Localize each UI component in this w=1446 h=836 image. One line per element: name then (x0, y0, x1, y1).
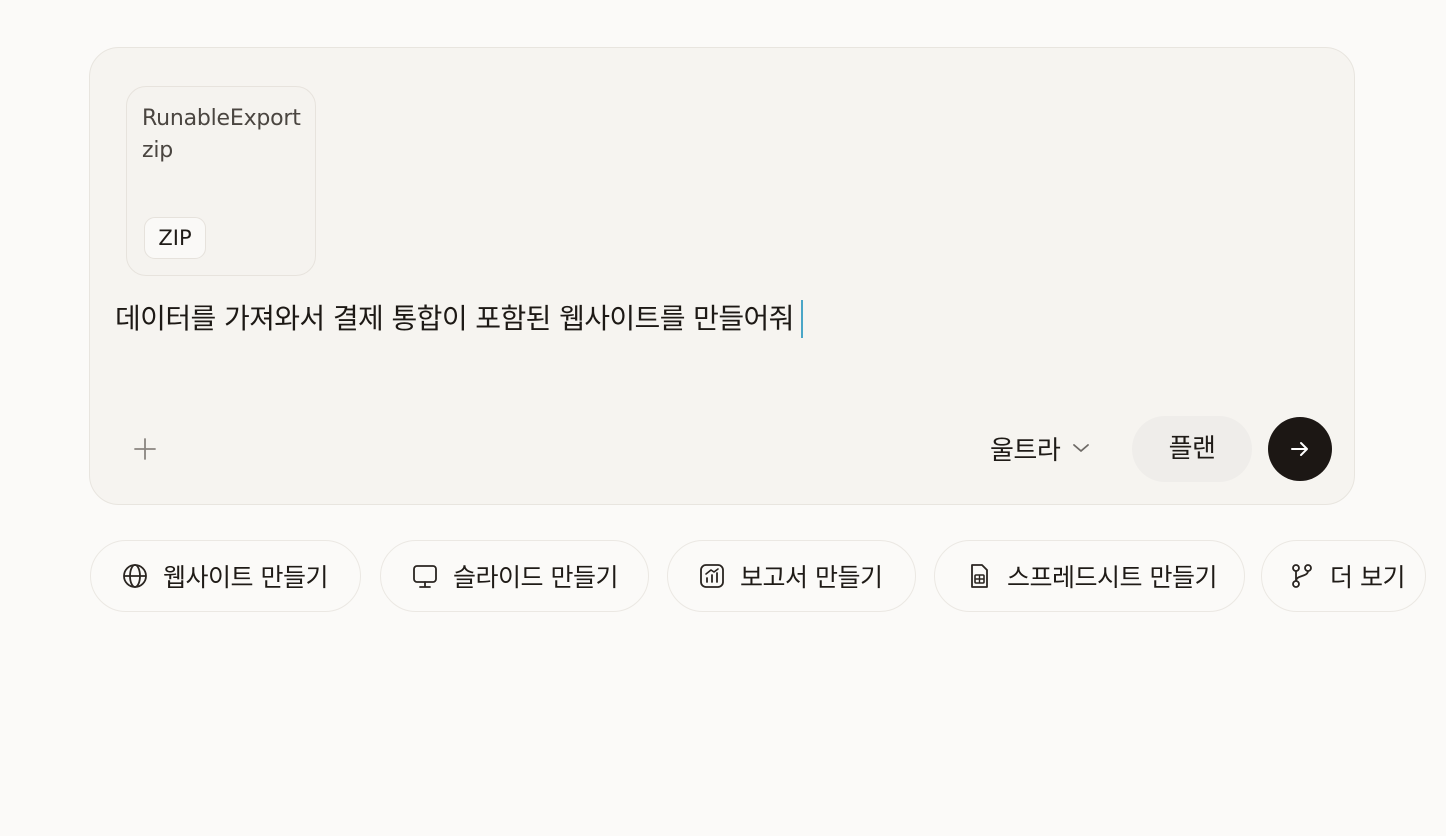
suggestion-more[interactable]: 더 보기 (1261, 540, 1426, 612)
suggestion-create-slides[interactable]: 슬라이드 만들기 (380, 540, 649, 612)
model-mode-dropdown[interactable]: 울트라 (990, 424, 1090, 472)
suggestion-label: 보고서 만들기 (740, 563, 883, 592)
spreadsheet-icon (965, 562, 993, 590)
presentation-icon (411, 562, 439, 590)
text-cursor (800, 300, 804, 338)
add-attachment-button[interactable] (126, 430, 164, 468)
globe-icon (121, 562, 149, 590)
prompt-text: 데이터를 가져와서 결제 통합이 포함된 웹사이트를 만들어줘 (115, 302, 794, 335)
attachment-type-badge: ZIP (144, 217, 206, 259)
arrow-right-icon (1291, 442, 1308, 456)
suggestion-label: 슬라이드 만들기 (453, 563, 618, 592)
suggestion-label: 웹사이트 만들기 (163, 563, 328, 592)
prompt-input[interactable]: 데이터를 가져와서 결제 통합이 포함된 웹사이트를 만들어줘 (115, 296, 804, 342)
plus-icon (134, 438, 156, 460)
chart-icon (698, 562, 726, 590)
suggestion-label: 더 보기 (1330, 563, 1405, 592)
mode-label: 울트라 (990, 435, 1061, 466)
chat-composer: RunableExport zip ZIP 데이터를 가져와서 결제 통합이 포… (89, 47, 1355, 505)
file-attachment-card[interactable]: RunableExport zip ZIP (126, 86, 316, 276)
suggestion-create-spreadsheet[interactable]: 스프레드시트 만들기 (934, 540, 1245, 612)
suggestion-create-report[interactable]: 보고서 만들기 (667, 540, 916, 612)
plan-button[interactable]: 플랜 (1132, 416, 1252, 482)
branch-icon (1288, 562, 1316, 590)
suggestion-label: 스프레드시트 만들기 (1007, 563, 1217, 592)
suggestion-create-website[interactable]: 웹사이트 만들기 (90, 540, 361, 612)
chevron-down-icon (1073, 444, 1090, 452)
attachment-filename: RunableExport zip (142, 106, 301, 163)
send-button[interactable] (1268, 417, 1332, 481)
